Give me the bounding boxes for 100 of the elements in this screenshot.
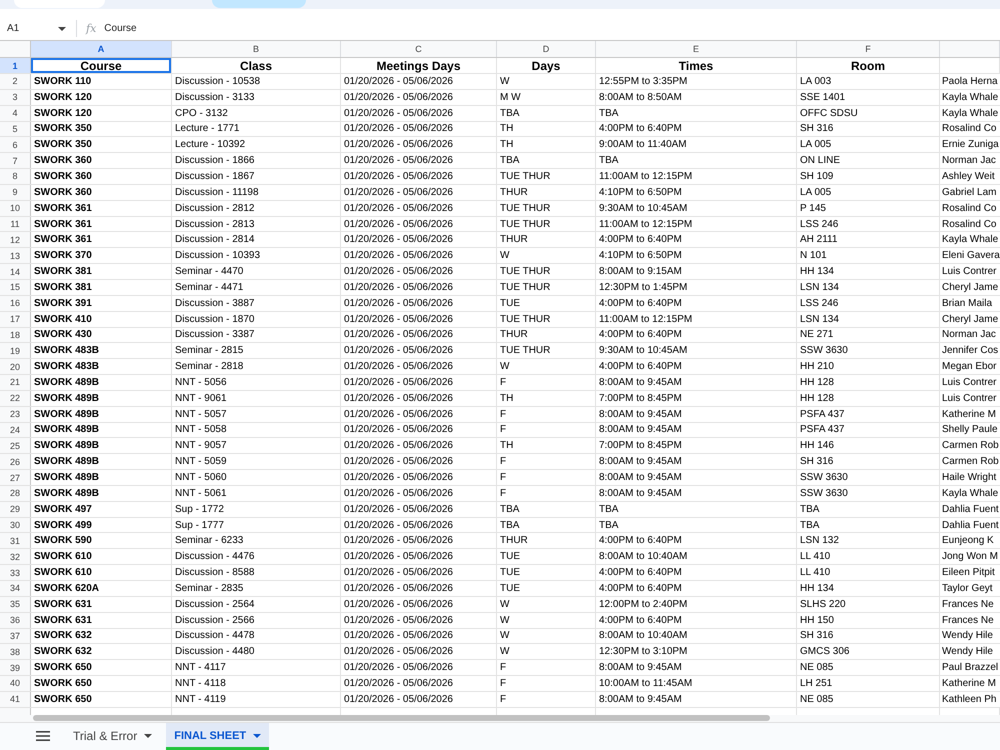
- table-cell: HH 146: [797, 438, 940, 454]
- table-cell: SWORK 489B: [31, 390, 172, 406]
- row-number: 31: [0, 533, 31, 548]
- table-cell: TUE THUR: [497, 312, 596, 326]
- table-cell-text: Rosalind Co: [941, 122, 998, 136]
- column-letter: D: [497, 41, 596, 57]
- table-cell: 01/20/2026 - 05/06/2026: [341, 612, 497, 628]
- table-cell-text: Eleni Gavera: [941, 249, 1000, 264]
- table-cell: Discussion - 2566: [172, 612, 341, 628]
- name-box[interactable]: A1: [0, 20, 77, 37]
- column-heading: Times: [596, 58, 797, 73]
- row-number: 26: [0, 454, 31, 470]
- row-number: 32: [0, 549, 31, 564]
- table-cell: 01/20/2026 - 05/06/2026: [341, 502, 497, 517]
- table-cell-text: Rosalind Co: [941, 202, 998, 216]
- row-number: 2: [0, 74, 31, 89]
- table-cell: SWORK 483B: [31, 343, 172, 358]
- table-cell: 8:00AM to 9:45AM: [596, 486, 797, 501]
- view-mode-button[interactable]: [212, 0, 306, 8]
- table-cell: Discussion - 2564: [172, 596, 341, 612]
- table-cell: Discussion - 11198: [172, 184, 341, 200]
- row-number: 36: [0, 612, 31, 628]
- column-letter: B: [172, 41, 341, 57]
- row-number: 37: [0, 628, 31, 644]
- table-cell: W: [497, 644, 596, 660]
- table-cell: SWORK 650: [31, 660, 172, 676]
- table-cell: NNT - 5061: [172, 486, 341, 501]
- table-cell: Discussion - 10538: [172, 74, 341, 89]
- table-cell: 8:00AM to 9:45AM: [596, 454, 797, 470]
- table-cell: 01/20/2026 - 05/06/2026: [341, 692, 497, 707]
- table-cell-text: Kayla Whale: [941, 486, 1000, 501]
- table-cell: NE 085: [797, 692, 940, 707]
- table-cell-text: Luis Contrer: [941, 392, 998, 406]
- row-number: 27: [0, 470, 31, 485]
- table-cell: 4:10PM to 6:50PM: [596, 184, 797, 200]
- row-number: 14: [0, 264, 31, 279]
- table-cell: 12:30PM to 3:10PM: [596, 644, 797, 660]
- table-cell: NNT - 5057: [172, 406, 341, 422]
- table-cell: TBA: [596, 518, 797, 532]
- table-cell: TBA: [497, 153, 596, 168]
- table-cell: 7:00PM to 8:45PM: [596, 438, 797, 454]
- table-cell: SWORK 489B: [31, 486, 172, 501]
- table-cell: 01/20/2026 - 05/06/2026: [341, 581, 497, 596]
- table-cell: 4:00PM to 6:40PM: [596, 565, 797, 580]
- table-cell: 9:30AM to 10:45AM: [596, 343, 797, 358]
- table-cell: F: [497, 470, 596, 485]
- table-cell: 01/20/2026 - 05/06/2026: [341, 390, 497, 406]
- table-cell: SSW 3630: [797, 470, 940, 485]
- table-cell-text: Shelly Paule: [941, 423, 999, 438]
- table-cell-text: Wendy Hile: [941, 629, 994, 644]
- column-heading: Days: [497, 58, 596, 73]
- table-cell: Discussion - 10393: [172, 248, 341, 264]
- table-cell-text: Katherine M: [941, 408, 997, 422]
- table-cell: NNT - 9057: [172, 438, 341, 454]
- table-cell: N 101: [797, 248, 940, 264]
- table-cell: SWORK 631: [31, 596, 172, 612]
- table-cell-text: Taylor Geyt: [941, 582, 994, 596]
- table-cell: 4:00PM to 6:40PM: [596, 533, 797, 548]
- row-number: 11: [0, 216, 31, 232]
- table-cell: LA 003: [797, 74, 940, 89]
- table-cell: TUE: [497, 296, 596, 311]
- scrollbar-thumb[interactable]: [33, 715, 770, 722]
- table-cell: TUE THUR: [497, 343, 596, 358]
- table-cell: Discussion - 4480: [172, 644, 341, 660]
- table-cell: TH: [497, 390, 596, 406]
- table-cell-text: Ashley Weit: [941, 170, 996, 184]
- table-cell: F: [497, 454, 596, 470]
- row-number: 21: [0, 375, 31, 390]
- table-cell: Discussion - 1866: [172, 153, 341, 168]
- table-cell: LSN 134: [797, 280, 940, 295]
- table-cell: 01/20/2026 - 05/06/2026: [341, 406, 497, 422]
- table-cell: 01/20/2026 - 05/06/2026: [341, 470, 497, 485]
- table-cell: Discussion - 3887: [172, 296, 341, 311]
- table-cell: SLHS 220: [797, 596, 940, 612]
- table-cell-text: Dahlia Fuent: [941, 518, 1000, 532]
- formula-input[interactable]: Course: [104, 23, 137, 34]
- table-cell: SWORK 361: [31, 216, 172, 232]
- table-cell: F: [497, 422, 596, 438]
- table-cell: 01/20/2026 - 05/06/2026: [341, 438, 497, 454]
- table-cell: W: [497, 248, 596, 264]
- table-cell: F: [497, 676, 596, 691]
- table-cell: SWORK 110: [31, 74, 172, 89]
- table-cell: TUE THUR: [497, 169, 596, 184]
- table-cell: W: [497, 74, 596, 89]
- row-number: 19: [0, 343, 31, 358]
- table-cell: TBA: [497, 106, 596, 121]
- table-cell: 01/20/2026 - 05/06/2026: [341, 216, 497, 232]
- table-cell: SH 109: [797, 169, 940, 184]
- row-number: 28: [0, 486, 31, 501]
- table-cell: TBA: [596, 502, 797, 517]
- row-number: 24: [0, 422, 31, 438]
- column-letter: C: [341, 41, 497, 57]
- table-cell: 01/20/2026 - 05/06/2026: [341, 137, 497, 152]
- table-cell: 8:00AM to 10:40AM: [596, 549, 797, 564]
- table-cell: Discussion - 2814: [172, 232, 341, 248]
- sheet-tab[interactable]: FINAL SHEET: [166, 722, 270, 750]
- table-cell: SWORK 360: [31, 169, 172, 184]
- table-cell: 01/20/2026 - 05/06/2026: [341, 169, 497, 184]
- sheet-tab[interactable]: Trial & Error: [63, 722, 162, 750]
- table-cell: M W: [497, 90, 596, 105]
